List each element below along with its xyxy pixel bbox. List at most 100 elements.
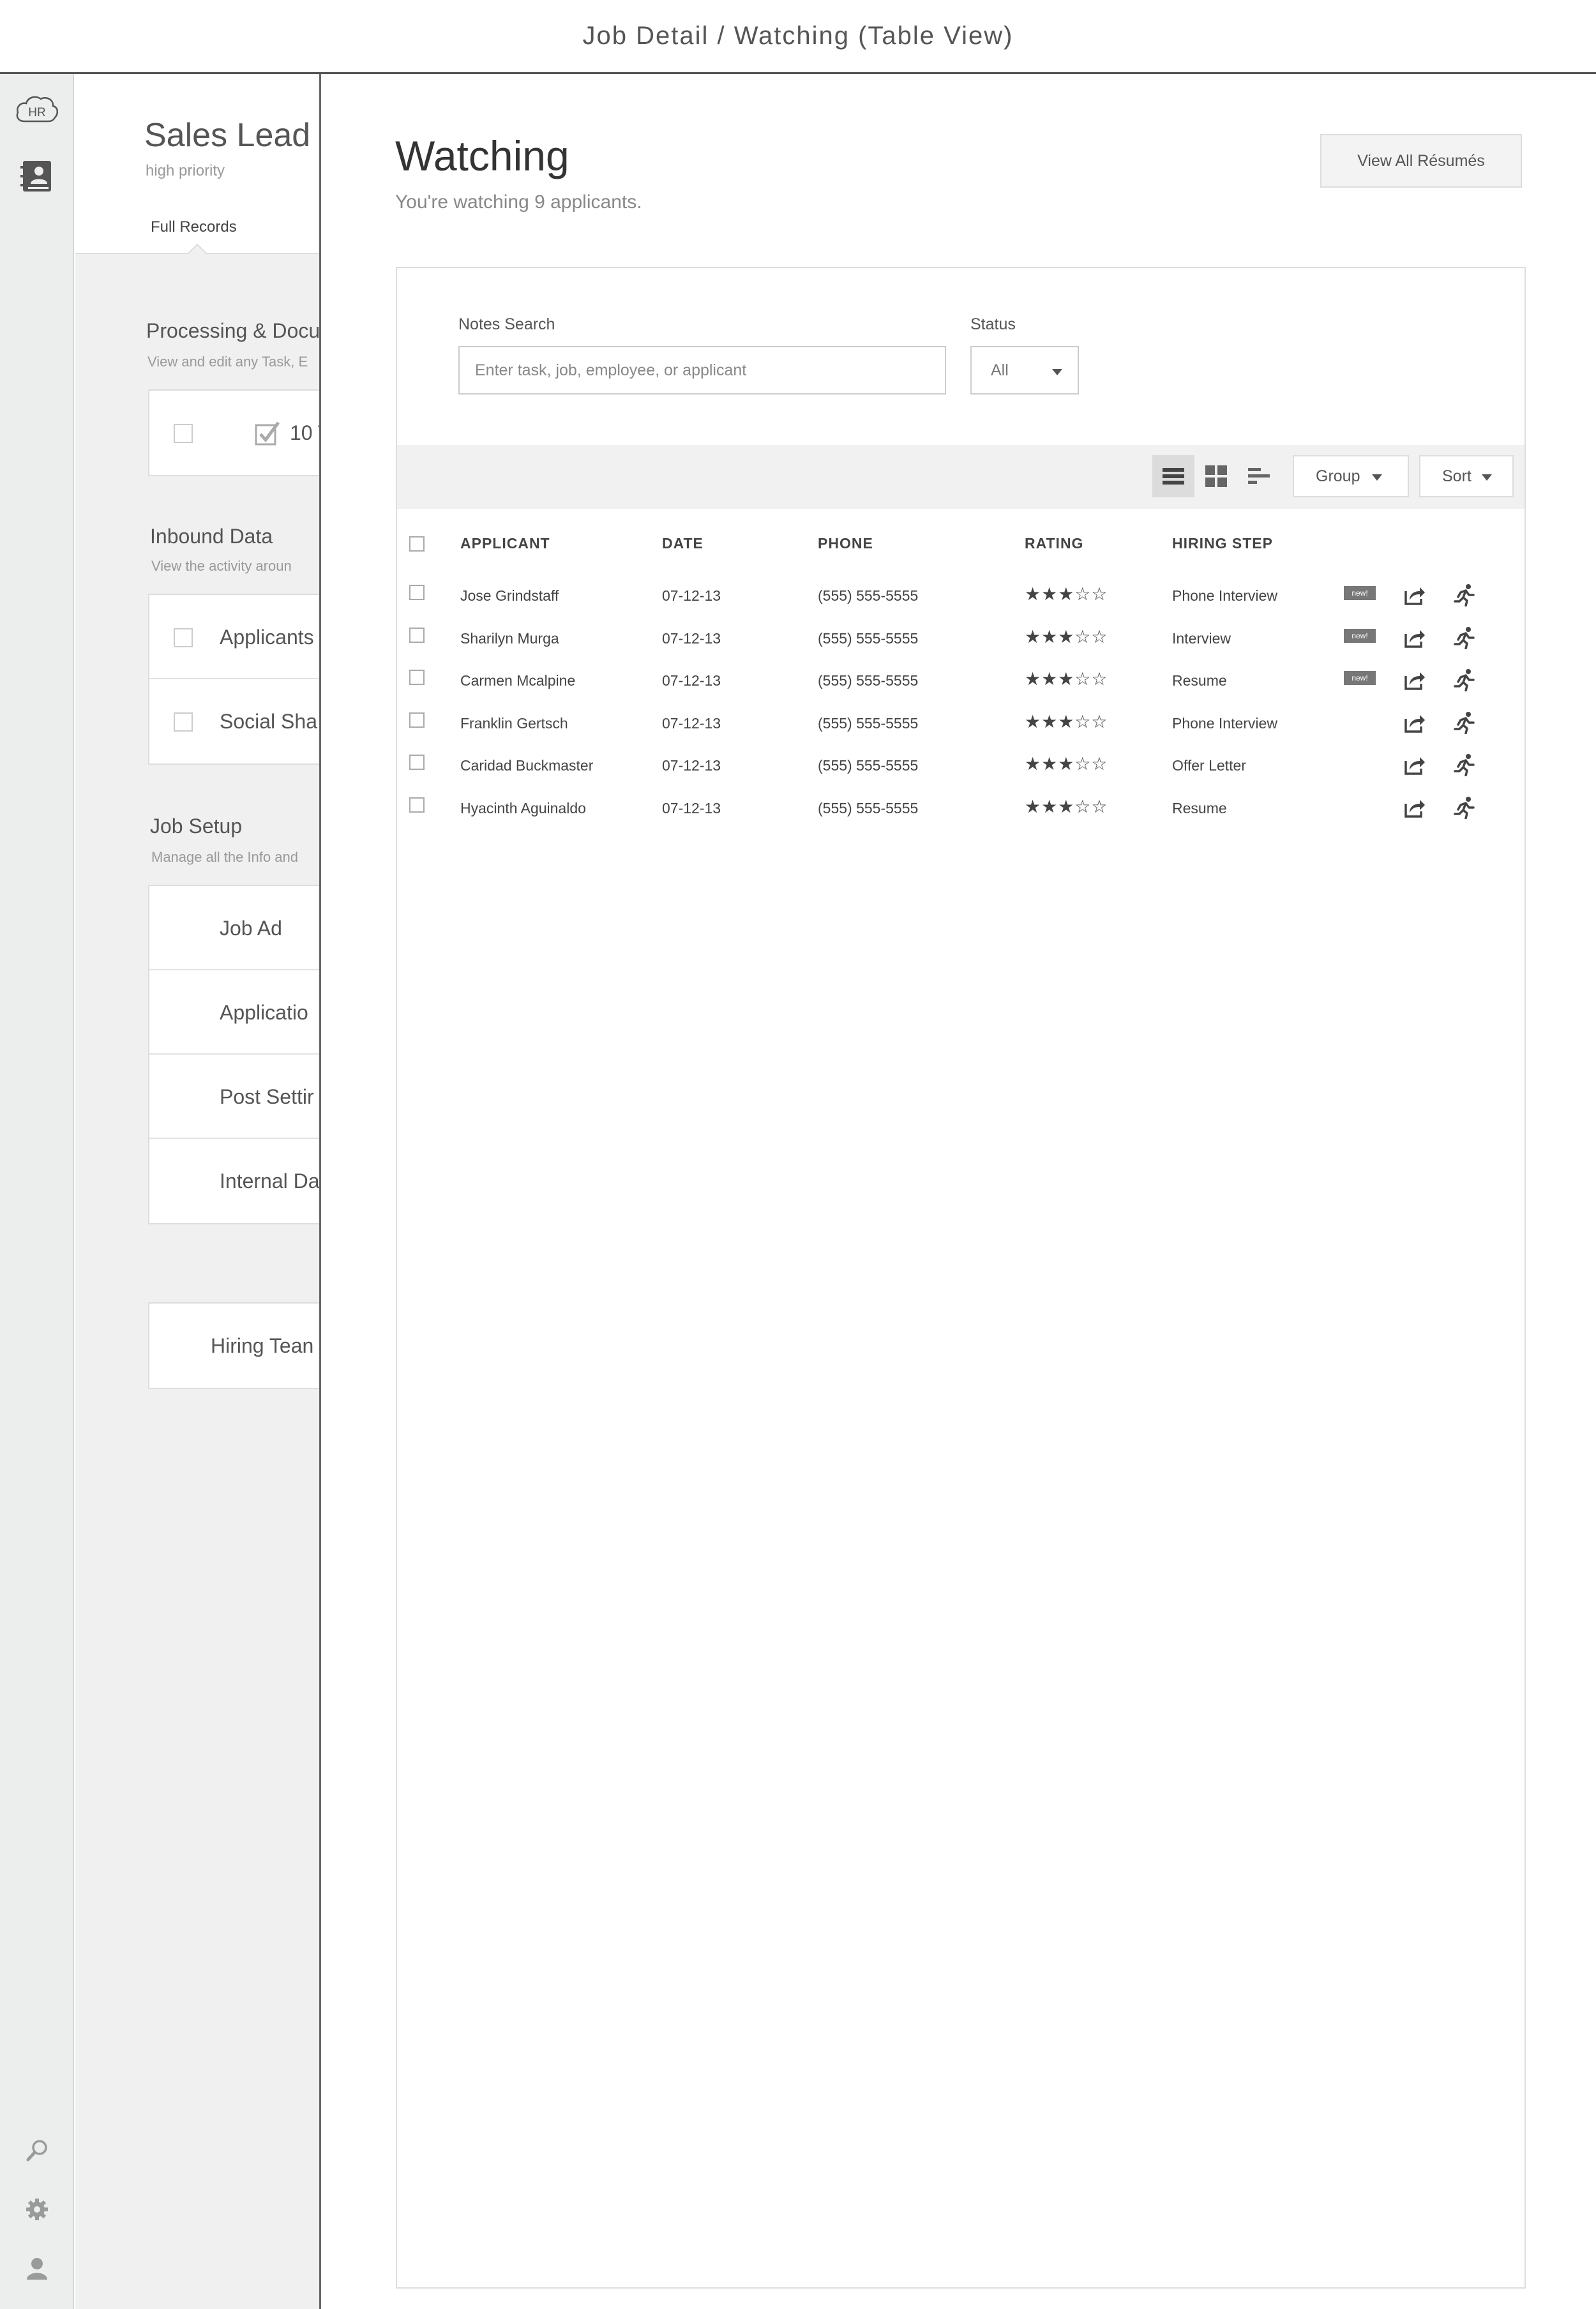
sort-dropdown[interactable]: Sort bbox=[1419, 455, 1514, 497]
runner-icon[interactable] bbox=[1453, 626, 1476, 649]
applicant-name[interactable]: Carmen Mcalpine bbox=[460, 672, 575, 689]
star-rating[interactable]: ★★★☆☆ bbox=[1025, 668, 1108, 689]
row-checkbox[interactable] bbox=[409, 670, 425, 685]
select-all-checkbox[interactable] bbox=[409, 536, 425, 552]
list-item[interactable]: Applicants bbox=[149, 595, 319, 679]
star-rating[interactable]: ★★★☆☆ bbox=[1025, 626, 1108, 647]
runner-icon[interactable] bbox=[1453, 583, 1476, 606]
list-item[interactable]: Post Settir bbox=[149, 1055, 319, 1139]
gear-icon[interactable] bbox=[24, 2197, 50, 2222]
cloud-hr-icon[interactable]: HR bbox=[14, 92, 60, 128]
tab-full-records[interactable]: Full Records bbox=[151, 218, 237, 236]
user-icon[interactable] bbox=[24, 2255, 50, 2281]
timeline-view-icon bbox=[1248, 468, 1270, 484]
table-row[interactable]: Carmen Mcalpine 07-12-13 (555) 555-5555 ★★★… bbox=[397, 661, 1524, 703]
group-label: Group bbox=[1316, 467, 1360, 485]
row-checkbox[interactable] bbox=[409, 712, 425, 728]
list-item[interactable]: Internal Da bbox=[149, 1139, 319, 1223]
star-rating[interactable]: ★★★☆☆ bbox=[1025, 583, 1108, 605]
hiring-team-card: Hiring Tean bbox=[148, 1302, 319, 1389]
row-checkbox[interactable] bbox=[409, 627, 425, 643]
applicant-date: 07-12-13 bbox=[662, 672, 721, 689]
share-icon[interactable] bbox=[1403, 711, 1426, 734]
hiring-step: Offer Letter bbox=[1172, 757, 1246, 774]
applicant-name[interactable]: Hyacinth Aguinaldo bbox=[460, 800, 586, 817]
task-check-icon bbox=[255, 421, 280, 446]
job-title: Sales Lead bbox=[144, 117, 311, 154]
notes-search-input[interactable] bbox=[458, 346, 946, 395]
hiring-team: Hiring Tean bbox=[211, 1334, 314, 1357]
row-checkbox[interactable] bbox=[174, 628, 193, 647]
row-checkbox[interactable] bbox=[409, 797, 425, 813]
section-desc-inbound: View the activity aroun bbox=[151, 558, 292, 574]
list-item[interactable]: Applicatio bbox=[149, 970, 319, 1055]
contact-book-icon[interactable] bbox=[19, 158, 55, 194]
section-title-job-setup: Job Setup bbox=[150, 815, 243, 838]
column-header-date[interactable]: DATE bbox=[662, 535, 704, 552]
task-count: 10 T bbox=[290, 421, 319, 444]
job-setup-card: Job Ad Applicatio Post Settir Internal D… bbox=[148, 885, 319, 1224]
star-rating[interactable]: ★★★☆☆ bbox=[1025, 796, 1108, 817]
watching-title: Watching bbox=[395, 132, 569, 179]
list-item[interactable]: 10 T bbox=[149, 391, 319, 475]
row-checkbox[interactable] bbox=[409, 585, 425, 600]
table-row[interactable]: Franklin Gertsch 07-12-13 (555) 555-5555 ★★… bbox=[397, 703, 1524, 746]
job-detail-panel: Sales Lead high priority Full Records Pr… bbox=[75, 74, 320, 2309]
column-header-phone[interactable]: PHONE bbox=[818, 535, 873, 552]
list-item[interactable]: Hiring Tean bbox=[149, 1304, 319, 1388]
svg-text:HR: HR bbox=[28, 106, 45, 119]
top-bar: Job Detail / Watching (Table View) bbox=[0, 0, 1596, 74]
applicant-phone: (555) 555-5555 bbox=[818, 799, 919, 816]
column-header-applicant[interactable]: APPLICANT bbox=[460, 535, 550, 552]
share-icon[interactable] bbox=[1403, 626, 1426, 649]
watching-subtitle: You're watching 9 applicants. bbox=[395, 192, 642, 213]
applicant-date: 07-12-13 bbox=[662, 757, 721, 774]
runner-icon[interactable] bbox=[1453, 711, 1476, 734]
table-row[interactable]: Caridad Buckmaster 07-12-13 (555) 555-5555… bbox=[397, 746, 1524, 788]
list-view-icon bbox=[1163, 468, 1184, 485]
job-priority: high priority bbox=[146, 162, 225, 179]
list-item[interactable]: Social Sha bbox=[149, 679, 319, 763]
inbound-card: Applicants Social Sha bbox=[148, 594, 319, 765]
table-toolbar: Group Sort bbox=[397, 445, 1524, 509]
status-select[interactable]: All bbox=[970, 346, 1079, 395]
column-header-hiring-step[interactable]: HIRING STEP bbox=[1172, 535, 1273, 552]
timeline-view-button[interactable] bbox=[1238, 455, 1280, 497]
view-all-resumes-button[interactable]: View All Résumés bbox=[1320, 134, 1522, 188]
watching-table-container: Notes Search Status All bbox=[396, 267, 1526, 2289]
share-icon[interactable] bbox=[1403, 583, 1426, 606]
share-icon[interactable] bbox=[1403, 796, 1426, 819]
table-row[interactable]: Hyacinth Aguinaldo 07-12-13 (555) 555-5555… bbox=[397, 788, 1524, 831]
inbound-social: Social Sha bbox=[220, 710, 317, 733]
table-row[interactable]: Jose Grindstaff 07-12-13 (555) 555-5555 ★★★… bbox=[397, 576, 1524, 618]
row-checkbox[interactable] bbox=[174, 424, 193, 443]
runner-icon[interactable] bbox=[1453, 668, 1476, 691]
runner-icon[interactable] bbox=[1453, 796, 1476, 819]
applicant-name[interactable]: Jose Grindstaff bbox=[460, 587, 559, 605]
watching-panel: Watching You're watching 9 applicants. V… bbox=[319, 74, 1596, 2309]
setup-application: Applicatio bbox=[220, 1001, 308, 1024]
share-icon[interactable] bbox=[1403, 668, 1426, 691]
applicant-name[interactable]: Caridad Buckmaster bbox=[460, 757, 593, 774]
table-row[interactable]: Sharilyn Murga 07-12-13 (555) 555-5555 ★★★☆… bbox=[397, 619, 1524, 661]
sort-label: Sort bbox=[1442, 467, 1472, 485]
list-item[interactable]: Job Ad bbox=[149, 886, 319, 970]
applicant-name[interactable]: Franklin Gertsch bbox=[460, 715, 568, 732]
list-view-button[interactable] bbox=[1152, 455, 1194, 497]
share-icon[interactable] bbox=[1403, 753, 1426, 776]
applicant-name[interactable]: Sharilyn Murga bbox=[460, 630, 559, 647]
star-rating[interactable]: ★★★☆☆ bbox=[1025, 711, 1108, 732]
applicant-phone: (555) 555-5555 bbox=[818, 587, 919, 604]
row-checkbox[interactable] bbox=[409, 755, 425, 770]
status-label: Status bbox=[970, 315, 1016, 333]
row-checkbox[interactable] bbox=[174, 712, 193, 732]
chevron-down-icon bbox=[1372, 474, 1382, 481]
search-icon[interactable] bbox=[24, 2138, 50, 2163]
section-desc-processing: View and edit any Task, E bbox=[147, 354, 308, 370]
grid-view-button[interactable] bbox=[1195, 455, 1237, 497]
runner-icon[interactable] bbox=[1453, 753, 1476, 776]
star-rating[interactable]: ★★★☆☆ bbox=[1025, 753, 1108, 774]
column-header-rating[interactable]: RATING bbox=[1025, 535, 1083, 552]
group-dropdown[interactable]: Group bbox=[1293, 455, 1409, 497]
new-badge: new! bbox=[1344, 586, 1376, 600]
